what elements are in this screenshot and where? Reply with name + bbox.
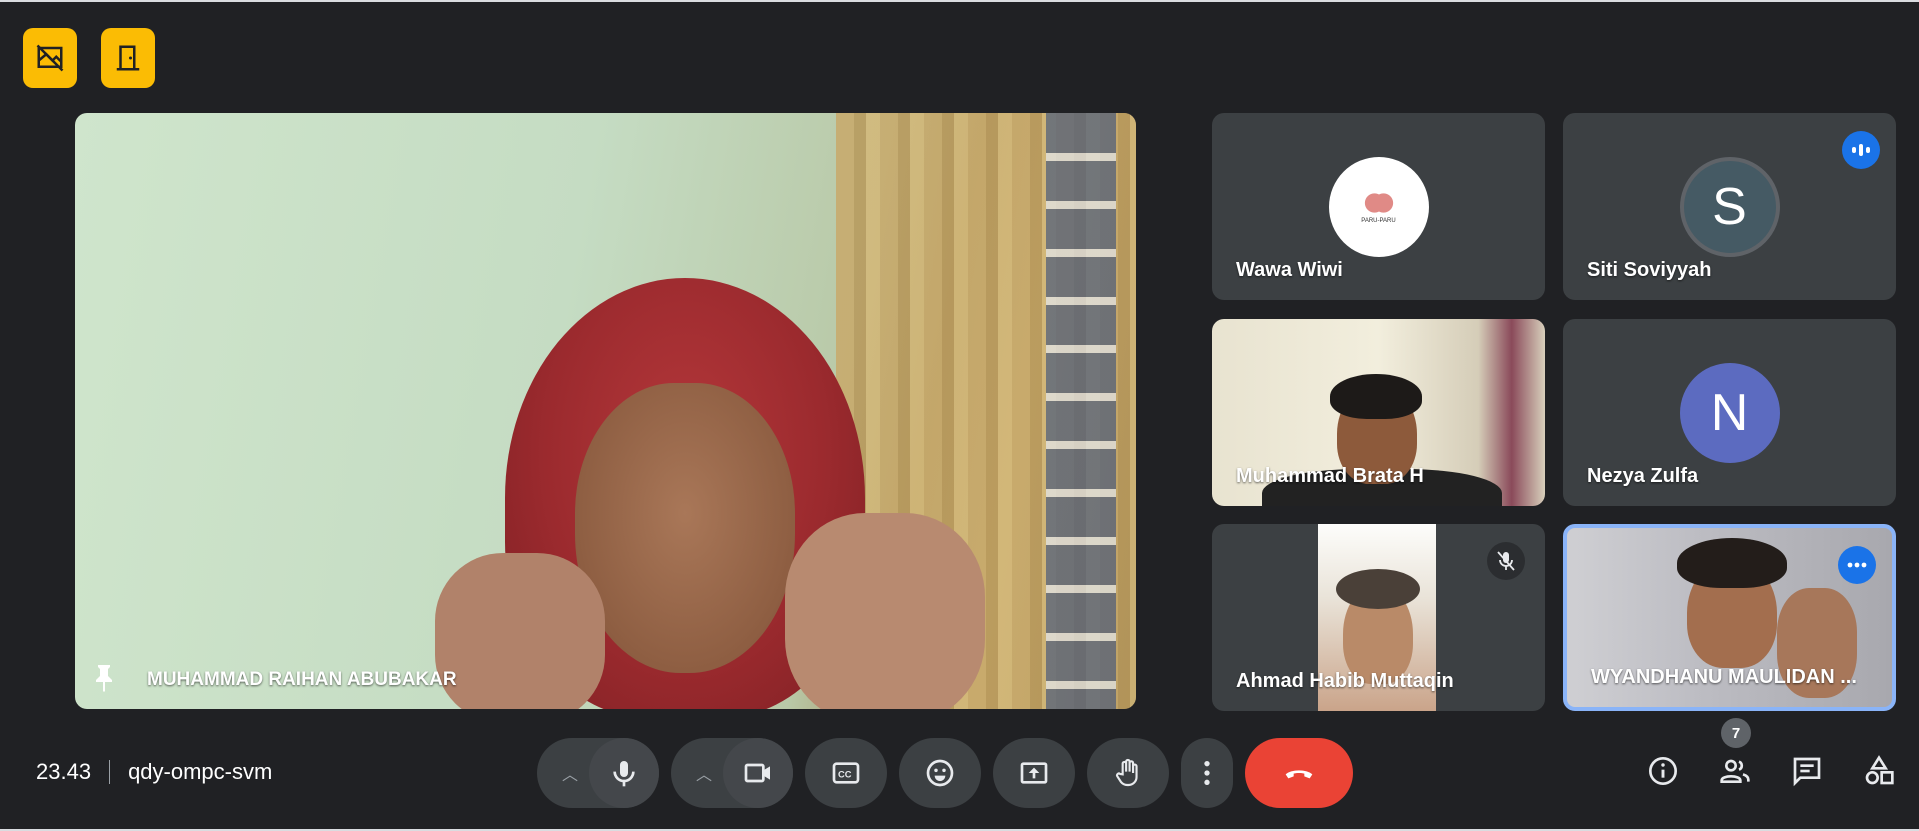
svg-text:CC: CC: [838, 770, 852, 780]
leave-room-badge[interactable]: [101, 28, 155, 88]
main-video-tile[interactable]: MUHAMMAD RAIHAN ABUBAKAR: [75, 113, 1136, 709]
chat-icon: [1793, 757, 1821, 787]
main-participant-name: MUHAMMAD RAIHAN ABUBAKAR: [147, 669, 457, 690]
participant-name: Siti Soviyyah: [1587, 259, 1712, 281]
door-exit-icon: [116, 45, 140, 71]
top-badges: [23, 28, 155, 88]
audio-level-icon: [1852, 144, 1870, 156]
avatar: S: [1679, 157, 1780, 257]
no-background-icon: [36, 44, 64, 72]
side-panel-buttons: 7: [1645, 718, 1897, 789]
emoji-icon: [926, 759, 954, 787]
participant-name: Ahmad Habib Muttaqin: [1236, 670, 1454, 692]
participant-name: WYANDHANU MAULIDAN ...: [1591, 666, 1857, 688]
video-hair: [1336, 569, 1420, 609]
participant-tile-wawa[interactable]: PARU-PARU Wawa Wiwi: [1212, 113, 1545, 300]
people-icon: [1720, 759, 1750, 783]
captions-button[interactable]: CC: [805, 738, 887, 808]
avatar-caption: PARU-PARU: [1361, 218, 1396, 224]
speaker-hand-right: [785, 513, 985, 709]
clock-time: 23.43: [36, 759, 92, 784]
present-button[interactable]: [993, 738, 1075, 808]
more-options-button[interactable]: [1838, 546, 1876, 584]
avatar: N: [1679, 363, 1780, 463]
reactions-button[interactable]: [899, 738, 981, 808]
mic-icon: [613, 761, 635, 787]
participant-tile-nezya[interactable]: N Nezya Zulfa: [1563, 319, 1896, 506]
divider: [109, 760, 111, 784]
more-horiz-icon: [1847, 562, 1867, 568]
mic-control: ︿: [537, 738, 659, 808]
speaker-hand-left: [435, 553, 605, 709]
participant-tile-ahmad[interactable]: Ahmad Habib Muttaqin: [1212, 524, 1545, 711]
video-settings-chevron[interactable]: ︿: [685, 761, 723, 785]
meeting-details-button[interactable]: [1645, 753, 1681, 789]
meeting-info: 23.43 qdy-ompc-svm: [36, 759, 272, 785]
leave-call-button[interactable]: [1245, 738, 1353, 808]
video-hair: [1677, 538, 1787, 588]
videocam-icon: [744, 763, 770, 783]
people-count-badge: 7: [1721, 718, 1751, 748]
hand-icon: [1116, 758, 1138, 787]
raise-hand-button[interactable]: [1087, 738, 1169, 808]
participant-name: Wawa Wiwi: [1236, 259, 1343, 281]
participant-tile-brata[interactable]: Muhammad Brata H: [1212, 319, 1545, 506]
no-background-badge[interactable]: [23, 28, 77, 88]
participant-name: Muhammad Brata H: [1236, 465, 1424, 487]
more-vert-icon: [1204, 761, 1210, 785]
participant-name: Nezya Zulfa: [1587, 465, 1699, 487]
people-button[interactable]: 7: [1717, 718, 1753, 789]
muted-indicator: [1487, 542, 1525, 580]
chat-button[interactable]: [1789, 753, 1825, 789]
speaking-indicator: [1842, 131, 1880, 169]
mic-button[interactable]: [589, 738, 659, 808]
more-options-button[interactable]: [1181, 738, 1233, 808]
shapes-icon: [1865, 755, 1894, 785]
video-hair: [1330, 374, 1422, 419]
present-screen-icon: [1020, 762, 1048, 784]
camera-control: ︿: [671, 738, 793, 808]
activities-button[interactable]: [1861, 753, 1897, 789]
call-end-icon: [1285, 770, 1313, 779]
participant-tile-wyandhanu[interactable]: WYANDHANU MAULIDAN ...: [1563, 524, 1896, 711]
speaker-face: [575, 383, 795, 673]
avatar: PARU-PARU: [1328, 157, 1429, 257]
meeting-code: qdy-ompc-svm: [128, 759, 273, 784]
background-window: [1046, 113, 1116, 709]
audio-settings-chevron[interactable]: ︿: [551, 761, 589, 785]
pin-icon[interactable]: [93, 663, 115, 693]
mic-off-icon: [1497, 551, 1515, 571]
closed-captions-icon: CC: [832, 762, 860, 784]
call-controls: ︿ ︿ CC: [537, 738, 1353, 808]
participant-tile-siti[interactable]: S Siti Soviyyah: [1563, 113, 1896, 300]
info-icon: [1649, 757, 1677, 785]
camera-button[interactable]: [723, 738, 793, 808]
lungs-image: [1363, 190, 1394, 216]
